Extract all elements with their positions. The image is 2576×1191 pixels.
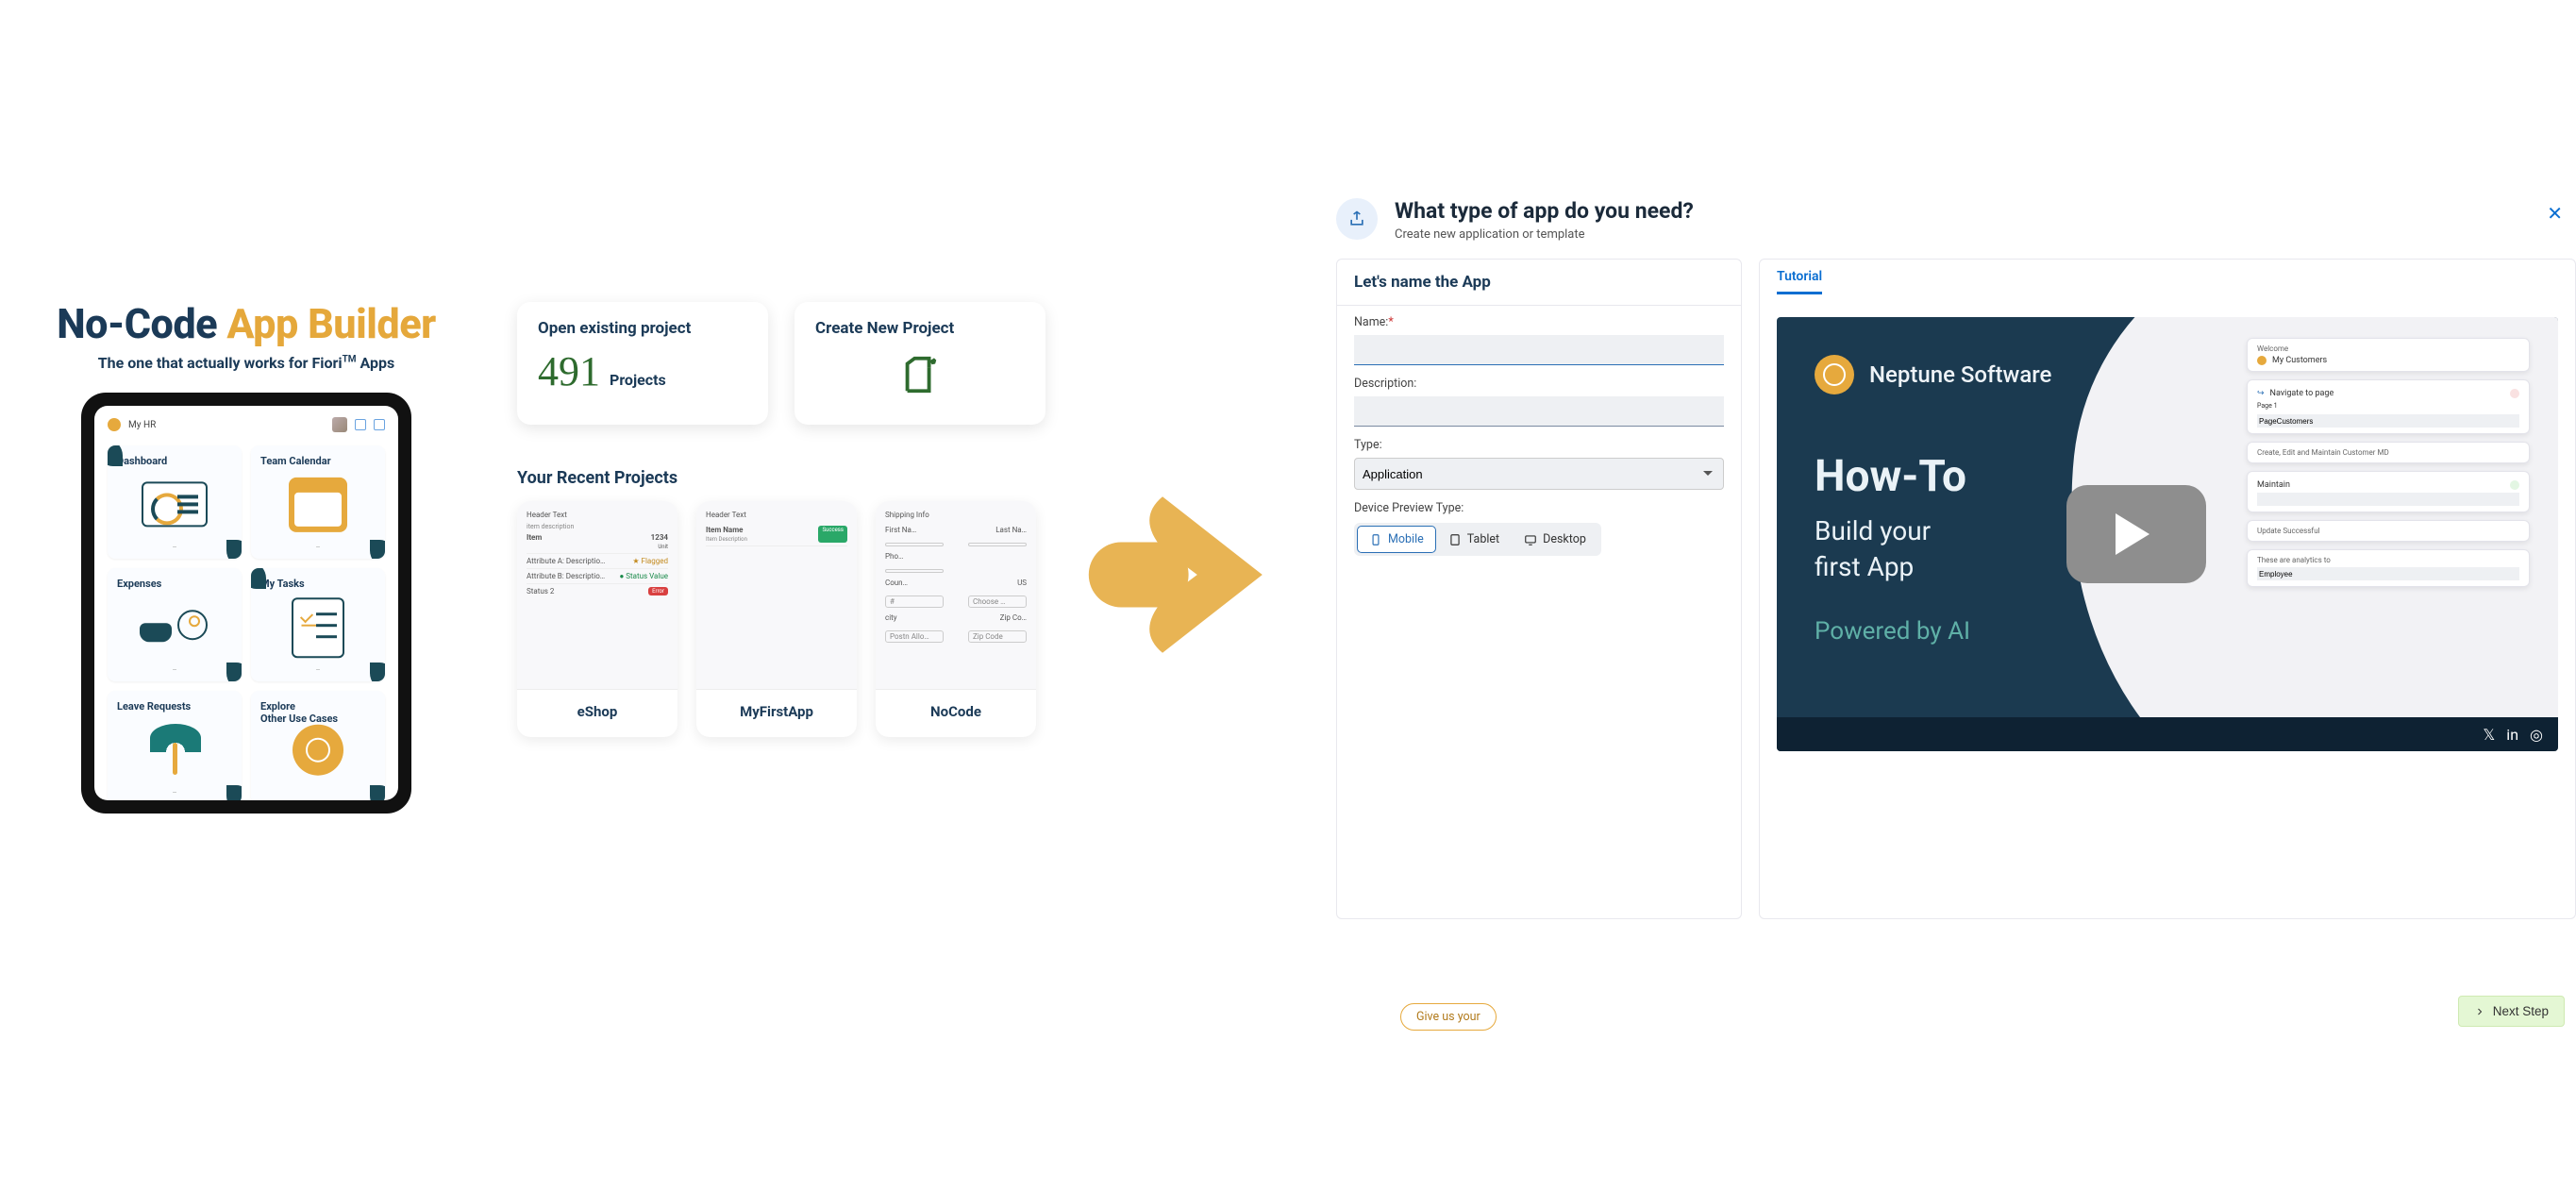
name-label: Name:* bbox=[1354, 315, 1724, 329]
panel-title: Let's name the App bbox=[1337, 260, 1741, 306]
tutorial-panel: Tutorial Neptune Software How-To Build y… bbox=[1759, 259, 2576, 919]
project-thumbnail: Header Text Item NameItem DescriptionSuc… bbox=[696, 501, 857, 690]
project-name: MyFirstApp bbox=[696, 690, 857, 737]
type-label: Type: bbox=[1354, 438, 1724, 452]
recent-project-myfirstapp[interactable]: Header Text Item NameItem DescriptionSuc… bbox=[696, 501, 857, 737]
preview-type-label: Device Preview Type: bbox=[1354, 501, 1724, 515]
next-step-button[interactable]: Next Step bbox=[2458, 996, 2565, 1027]
hero-subtitle: The one that actually works for FioriTM … bbox=[26, 354, 466, 372]
linkedin-icon: in bbox=[2506, 726, 2518, 744]
create-project-title: Create New Project bbox=[815, 319, 954, 338]
open-project-card[interactable]: Open existing project 491 Projects bbox=[517, 302, 768, 425]
type-select[interactable]: Application bbox=[1354, 458, 1724, 490]
video-headline: How-To Build yourfirst App Powered by AI bbox=[1815, 451, 1970, 646]
export-icon bbox=[1336, 198, 1378, 240]
tile-explore[interactable]: Explore Other Use Cases bbox=[251, 691, 385, 800]
description-input[interactable] bbox=[1354, 396, 1724, 427]
tile-expenses[interactable]: Expenses— bbox=[108, 568, 242, 681]
launchpad-title: My HR bbox=[128, 420, 156, 430]
recent-project-eshop[interactable]: Header Text item description Item1234Uni… bbox=[517, 501, 677, 737]
name-input[interactable] bbox=[1354, 335, 1724, 365]
recent-projects-heading: Your Recent Projects bbox=[517, 468, 1045, 488]
launchpad-header: My HR bbox=[108, 417, 385, 432]
launchpad-tiles: Dashboard— Team Calendar— Expenses— My T… bbox=[108, 445, 385, 800]
name-app-panel: Let's name the App Name:* Description: T… bbox=[1336, 259, 1742, 919]
brand-logo-icon bbox=[1815, 355, 1854, 394]
tablet-screen: My HR Dashboard— Team Calendar— Expenses… bbox=[94, 406, 398, 800]
create-app-dialog: What type of app do you need? Create new… bbox=[1329, 194, 2576, 993]
palm-icon bbox=[146, 722, 203, 779]
arrow-icon bbox=[1076, 466, 1293, 687]
gear-icon bbox=[374, 419, 385, 430]
video-social-bar: 𝕏 in ◎ bbox=[1777, 717, 2558, 751]
tile-team-calendar[interactable]: Team Calendar— bbox=[251, 445, 385, 559]
description-label: Description: bbox=[1354, 377, 1724, 391]
dialog-title: What type of app do you need? bbox=[1395, 198, 1694, 224]
segment-tablet[interactable]: Tablet bbox=[1436, 526, 1512, 553]
project-thumbnail: Shipping Info First Na…Last Na… Pho… Cou… bbox=[876, 501, 1036, 690]
twitter-icon: 𝕏 bbox=[2483, 726, 2495, 744]
calendar-icon bbox=[289, 478, 347, 532]
segment-desktop[interactable]: Desktop bbox=[1512, 526, 1598, 553]
create-project-icon bbox=[898, 353, 942, 400]
hero-title: No-Code App Builder bbox=[26, 300, 466, 348]
tasks-icon bbox=[292, 597, 344, 658]
expenses-icon bbox=[140, 606, 209, 647]
avatar bbox=[332, 417, 347, 432]
instagram-icon: ◎ bbox=[2530, 726, 2543, 744]
tablet-frame: My HR Dashboard— Team Calendar— Expenses… bbox=[81, 393, 411, 814]
brand-dot-icon bbox=[108, 418, 121, 431]
project-count-label: Projects bbox=[610, 371, 666, 389]
project-name: NoCode bbox=[876, 690, 1036, 737]
dashboard-icon bbox=[142, 481, 208, 527]
recent-projects-row: Header Text item description Item1234Uni… bbox=[517, 501, 1045, 737]
workspace-column: Open existing project 491 Projects Creat… bbox=[517, 302, 1045, 737]
video-brand: Neptune Software bbox=[1815, 355, 2051, 394]
tile-my-tasks[interactable]: My Tasks— bbox=[251, 568, 385, 681]
close-button[interactable]: ✕ bbox=[2547, 202, 2563, 225]
search-icon bbox=[355, 419, 366, 430]
feedback-button[interactable]: Give us your bbox=[1400, 1003, 1497, 1031]
open-project-title: Open existing project bbox=[538, 319, 747, 338]
hero-title-b: App Builder bbox=[226, 300, 435, 348]
play-button-icon[interactable] bbox=[2066, 485, 2206, 583]
create-project-card[interactable]: Create New Project bbox=[795, 302, 1045, 425]
segment-mobile[interactable]: Mobile bbox=[1357, 526, 1436, 553]
tab-tutorial[interactable]: Tutorial bbox=[1777, 269, 1822, 294]
dialog-subtitle: Create new application or template bbox=[1395, 227, 1694, 242]
hero-title-a: No-Code bbox=[57, 300, 226, 348]
recent-project-nocode[interactable]: Shipping Info First Na…Last Na… Pho… Cou… bbox=[876, 501, 1036, 737]
video-ui-mock: WelcomeMy Customers ↪Navigate to pagePag… bbox=[2247, 338, 2530, 595]
explore-icon bbox=[293, 725, 343, 776]
hero-block: No-Code App Builder The one that actuall… bbox=[26, 300, 466, 814]
project-count: 491 bbox=[538, 347, 600, 395]
project-name: eShop bbox=[517, 690, 677, 737]
project-thumbnail: Header Text item description Item1234Uni… bbox=[517, 501, 677, 690]
tutorial-video[interactable]: Neptune Software How-To Build yourfirst … bbox=[1777, 317, 2558, 751]
dialog-header: What type of app do you need? Create new… bbox=[1329, 194, 2576, 259]
tile-leave-requests[interactable]: Leave Requests— bbox=[108, 691, 242, 800]
device-preview-segmented: Mobile Tablet Desktop bbox=[1354, 523, 1601, 556]
tile-dashboard[interactable]: Dashboard— bbox=[108, 445, 242, 559]
